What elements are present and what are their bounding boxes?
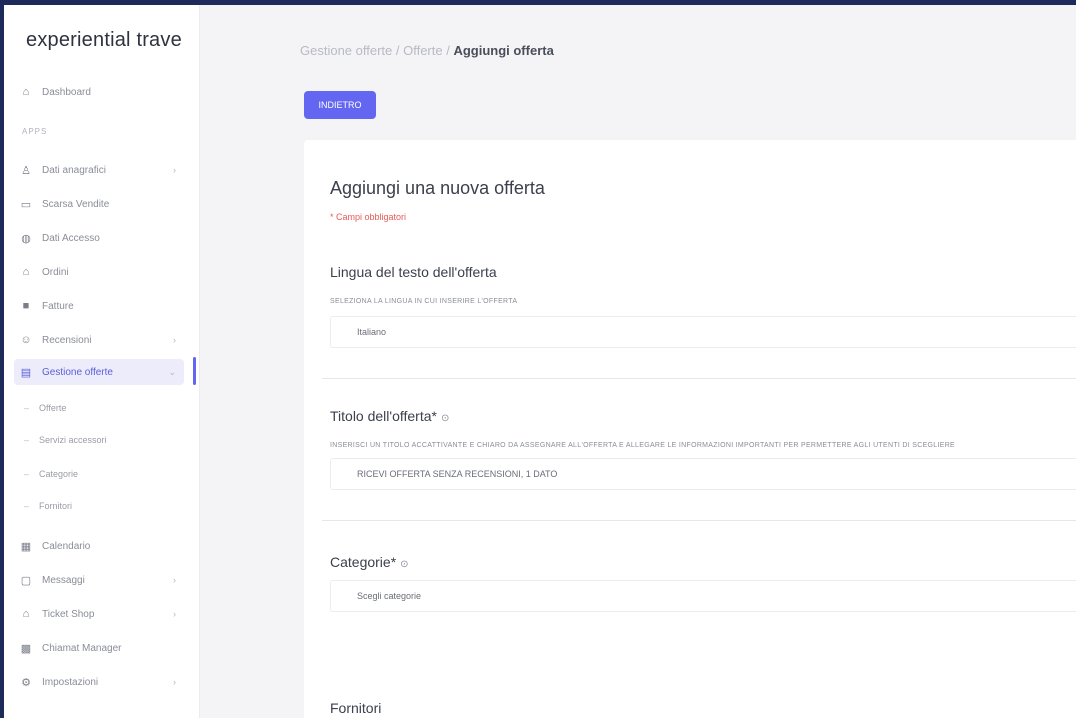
sidebar-section-label: APPS	[22, 127, 48, 136]
sidebar-item-label: Fatture	[42, 300, 74, 312]
user-icon: ♙	[21, 164, 31, 177]
chevron-right-icon: ›	[173, 165, 176, 175]
dash-icon: –	[24, 435, 30, 445]
app-window: experiential trave ⌂ Dashboard APPS ♙ Da…	[4, 5, 1076, 718]
sidebar: experiential trave ⌂ Dashboard APPS ♙ Da…	[4, 5, 200, 718]
breadcrumb: Gestione offerte / Offerte / Aggiungi of…	[300, 43, 554, 58]
shield-icon: ◍	[21, 232, 31, 245]
breadcrumb-current: Aggiungi offerta	[453, 43, 554, 58]
sidebar-item-label: Scarsa Vendite	[42, 198, 110, 210]
dash-icon: –	[24, 469, 30, 479]
sidebar-item-label: Dati Accesso	[42, 232, 100, 244]
sidebar-subitem-servizi-accessori[interactable]: – Servizi accessori	[24, 435, 107, 445]
offer-form-card: Aggiungi una nuova offerta * Campi obbli…	[304, 140, 1076, 718]
sidebar-item-impostazioni[interactable]: ⚙ Impostazioni ›	[14, 669, 184, 695]
message-icon: ▢	[20, 574, 32, 587]
sidebar-item-ticket-shop[interactable]: ⌂ Ticket Shop ›	[14, 601, 184, 627]
sidebar-subitem-offerte[interactable]: – Offerte	[24, 403, 66, 413]
offer-title-label: Titolo dell'offerta* ⊙	[330, 408, 449, 424]
required-fields-note: * Campi obbligatori	[330, 212, 407, 222]
divider	[322, 520, 1076, 521]
chevron-right-icon: ›	[173, 575, 176, 585]
categories-label: Categorie* ⊙	[330, 554, 409, 570]
dash-icon: –	[24, 501, 30, 511]
language-help: SELEZIONA LA LINGUA IN CUI INSERIRE L'OF…	[330, 298, 518, 305]
active-indicator	[193, 357, 196, 385]
sidebar-item-label: Gestione offerte	[42, 366, 113, 378]
sidebar-item-label: Messaggi	[42, 574, 85, 586]
suppliers-label: Fornitori	[330, 700, 382, 716]
sidebar-item-label: Ordini	[42, 266, 69, 278]
sidebar-item-gestione-offerte[interactable]: ▤ Gestione offerte ⌄	[14, 359, 184, 385]
sidebar-item-label: Chiamat Manager	[42, 642, 122, 654]
categories-placeholder: Scegli categorie	[357, 591, 422, 601]
chevron-right-icon: ›	[173, 609, 176, 619]
chevron-down-icon: ⌄	[168, 366, 176, 377]
sidebar-item-fatture[interactable]: ■ Fatture	[14, 293, 184, 319]
calendar-icon: ▦	[20, 540, 32, 553]
sidebar-item-dashboard[interactable]: ⌂ Dashboard	[14, 79, 184, 105]
offer-title-input[interactable]: RICEVI OFFERTA SENZA RECENSIONI, 1 DATO	[330, 458, 1076, 490]
page-title: Aggiungi una nuova offerta	[330, 178, 545, 198]
home-icon: ⌂	[22, 86, 30, 98]
categories-select[interactable]: Scegli categorie	[330, 580, 1076, 612]
categories-label-text: Categorie*	[330, 554, 397, 570]
sidebar-subitem-fornitori[interactable]: – Fornitori	[24, 501, 72, 511]
phone-icon: ▩	[20, 642, 32, 655]
calendar-icon: ▭	[20, 198, 32, 211]
sidebar-item-ordini[interactable]: ⌂ Ordini	[14, 259, 184, 285]
ticket-icon: ⌂	[22, 608, 30, 620]
sidebar-item-recensioni[interactable]: ☺ Recensioni ›	[14, 327, 184, 353]
divider	[322, 378, 1076, 379]
sidebar-item-calendario[interactable]: ▦ Calendario	[14, 533, 184, 559]
sidebar-item-dati-anagrafici[interactable]: ♙ Dati anagrafici ›	[14, 157, 184, 183]
language-select[interactable]: Italiano	[330, 316, 1076, 348]
sidebar-item-label: Recensioni	[42, 334, 92, 346]
sidebar-subitem-label: Fornitori	[39, 501, 73, 511]
sidebar-item-scarsa-vendite[interactable]: ▭ Scarsa Vendite	[14, 191, 184, 217]
sidebar-subitem-label: Categorie	[39, 469, 79, 479]
gear-icon: ⚙	[21, 676, 31, 689]
info-icon[interactable]: ⊙	[441, 413, 449, 424]
chevron-right-icon: ›	[173, 335, 176, 345]
dash-icon: –	[24, 403, 30, 413]
brand-logo[interactable]: experiential trave	[26, 29, 182, 52]
sidebar-item-label: Impostazioni	[42, 676, 99, 688]
sidebar-item-label: Dati anagrafici	[42, 164, 106, 176]
bag-icon: ⌂	[22, 266, 30, 278]
info-icon[interactable]: ⊙	[400, 559, 408, 570]
sidebar-subitem-categorie[interactable]: – Categorie	[24, 469, 78, 479]
sidebar-item-dati-accesso[interactable]: ◍ Dati Accesso	[14, 225, 184, 251]
sidebar-item-chiamat-manager[interactable]: ▩ Chiamat Manager	[14, 635, 184, 661]
sidebar-subitem-label: Offerte	[39, 403, 67, 413]
file-icon: ■	[22, 300, 30, 312]
star-icon: ☺	[20, 334, 32, 346]
language-label: Lingua del testo dell'offerta	[330, 264, 497, 280]
sidebar-item-label: Dashboard	[42, 86, 91, 98]
offer-title-help: INSERISCI UN TITOLO ACCATTIVANTE E CHIAR…	[330, 442, 956, 449]
breadcrumb-path[interactable]: Gestione offerte / Offerte /	[300, 43, 453, 58]
chevron-right-icon: ›	[173, 677, 176, 687]
sidebar-subitem-label: Servizi accessori	[39, 435, 107, 445]
offer-title-placeholder: RICEVI OFFERTA SENZA RECENSIONI, 1 DATO	[357, 469, 558, 479]
sidebar-item-label: Calendario	[42, 540, 91, 552]
tag-icon: ▤	[20, 366, 32, 379]
language-select-value: Italiano	[357, 327, 387, 337]
back-button[interactable]: INDIETRO	[304, 91, 376, 119]
offer-title-label-text: Titolo dell'offerta*	[330, 408, 437, 424]
sidebar-item-messaggi[interactable]: ▢ Messaggi ›	[14, 567, 184, 593]
sidebar-item-label: Ticket Shop	[42, 608, 95, 620]
